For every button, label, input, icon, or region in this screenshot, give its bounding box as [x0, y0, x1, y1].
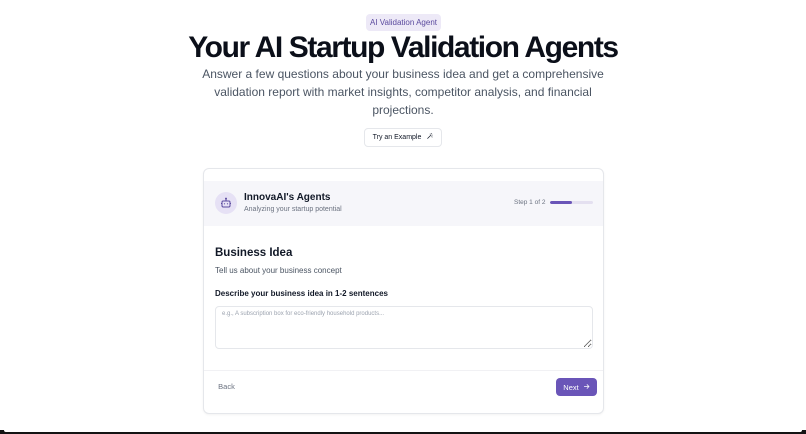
section-description: Tell us about your business concept [215, 266, 342, 275]
progress-fill [550, 201, 572, 204]
card-header: InnovaAI's Agents Analyzing your startup… [204, 181, 603, 226]
footer-divider [204, 370, 603, 371]
business-idea-label: Describe your business idea in 1-2 sente… [215, 289, 388, 298]
agent-name: InnovaAI's Agents [244, 192, 331, 203]
back-button[interactable]: Back [211, 378, 242, 395]
page-subtitle: Answer a few questions about your busine… [202, 67, 604, 117]
window-bottom-edge [0, 430, 806, 434]
next-button[interactable]: Next [556, 378, 597, 396]
agent-description: Analyzing your startup potential [244, 206, 342, 213]
arrow-right-icon [583, 383, 590, 392]
ai-validation-badge: AI Validation Agent [366, 14, 441, 31]
business-idea-input[interactable] [215, 306, 593, 349]
page-title: Your AI Startup Validation Agents [188, 31, 619, 64]
try-example-button[interactable]: Try an Example [364, 128, 442, 147]
try-example-label: Try an Example [372, 134, 422, 141]
progress-bar [550, 201, 593, 204]
robot-icon [215, 192, 237, 214]
magic-wand-icon [426, 133, 433, 142]
validation-card: InnovaAI's Agents Analyzing your startup… [203, 168, 604, 414]
step-indicator: Step 1 of 2 [514, 199, 546, 206]
next-label: Next [563, 382, 579, 392]
section-title: Business Idea [215, 247, 293, 259]
